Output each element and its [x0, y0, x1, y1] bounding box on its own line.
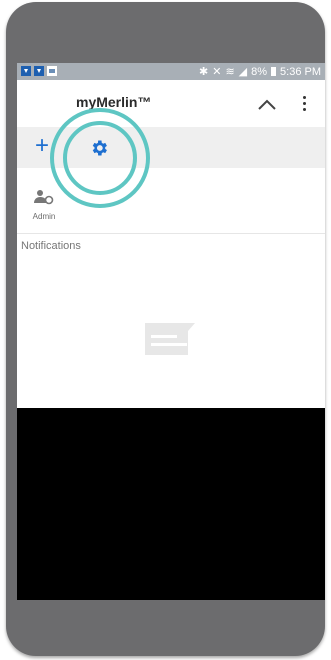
- download-icon: [34, 66, 44, 76]
- image-icon: [47, 66, 57, 76]
- status-left-icons: [21, 66, 57, 76]
- mute-icon: ✕: [212, 66, 222, 78]
- status-time: 5:36 PM: [280, 65, 321, 78]
- divider: [17, 233, 325, 234]
- status-right: ✱ ✕ ≋ ◢ 8% 5:36 PM: [199, 65, 321, 79]
- add-button[interactable]: +: [35, 133, 49, 159]
- battery-percent: 8%: [251, 65, 268, 78]
- chevron-up-icon[interactable]: [257, 98, 277, 110]
- signal-icon: ◢: [238, 66, 248, 78]
- highlight-ring-inner: [63, 121, 137, 195]
- user-label: Admin: [32, 212, 56, 221]
- app-title: myMerlin™: [76, 94, 152, 110]
- status-bar: ✱ ✕ ≋ ◢ 8% 5:36 PM: [17, 63, 325, 80]
- overflow-menu-icon[interactable]: [299, 96, 309, 112]
- empty-message-icon: [145, 323, 195, 355]
- notifications-heading: Notifications: [21, 240, 81, 252]
- content-area: [17, 168, 325, 408]
- wifi-icon: ≋: [225, 66, 235, 78]
- bluetooth-icon: ✱: [199, 66, 209, 78]
- app-bar: myMerlin™: [17, 80, 325, 127]
- user-settings-icon: [34, 190, 54, 205]
- user-admin[interactable]: Admin: [27, 189, 61, 221]
- download-icon: [21, 66, 31, 76]
- battery-icon: [271, 67, 277, 76]
